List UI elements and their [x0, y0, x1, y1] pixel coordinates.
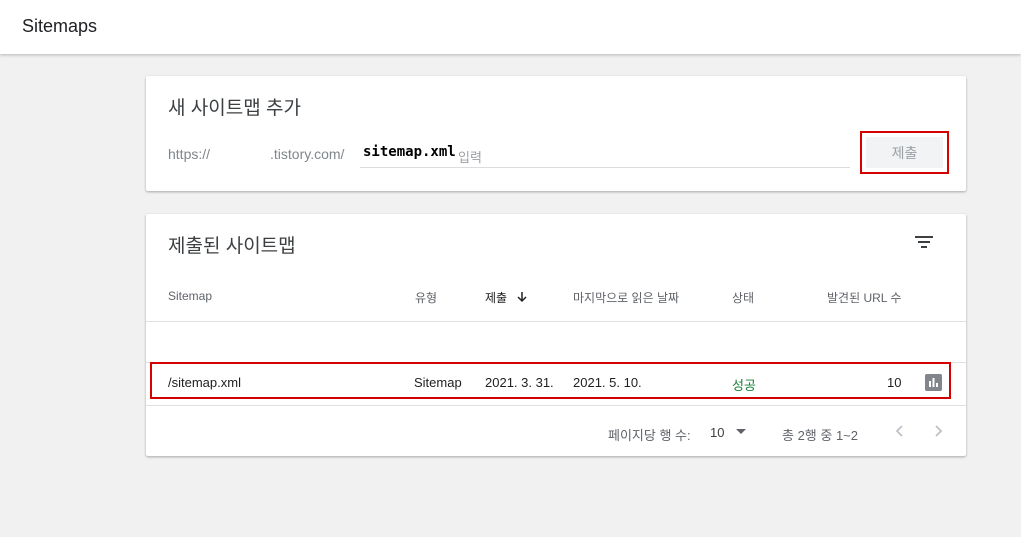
column-header-submitted-label: 제출	[485, 291, 508, 305]
cell-status: 성공	[732, 378, 756, 393]
cell-type: Sitemap	[414, 375, 462, 390]
submitted-sitemaps-title: 제출된 사이트맵	[168, 236, 296, 257]
rows-per-page-select[interactable]: 10	[710, 425, 724, 440]
sitemap-url-input[interactable]: sitemap.xml 입력	[360, 142, 850, 168]
url-domain: .tistory.com/	[270, 146, 345, 162]
column-header-last-read[interactable]: 마지막으로 읽은 날짜	[573, 289, 679, 306]
cell-url-count: 10	[887, 375, 902, 390]
top-app-bar: Sitemaps	[0, 0, 1021, 54]
submit-highlight-box: 제출	[860, 131, 949, 174]
add-sitemap-card: 새 사이트맵 추가 https:// .tistory.com/ sitemap…	[146, 76, 966, 191]
add-sitemap-title: 새 사이트맵 추가	[168, 98, 301, 119]
next-page-icon[interactable]	[931, 423, 945, 439]
cell-last-read: 2021. 5. 10.	[573, 375, 642, 390]
submitted-sitemaps-card: 제출된 사이트맵 Sitemap 유형 제출 마지막으로 읽은 날짜 상태 발견…	[146, 214, 966, 456]
sitemap-url-input-placeholder: 입력	[458, 150, 482, 165]
url-prefix: https://	[168, 146, 211, 162]
rows-per-page-label: 페이지당 행 수:	[608, 428, 691, 443]
footer-divider	[146, 405, 966, 406]
column-header-url-count[interactable]: 발견된 URL 수	[827, 289, 901, 306]
column-header-status[interactable]: 상태	[732, 289, 754, 306]
previous-page-icon[interactable]	[893, 423, 907, 439]
column-header-type[interactable]: 유형	[415, 289, 437, 306]
column-header-sitemap[interactable]: Sitemap	[168, 289, 212, 303]
cell-submitted: 2021. 3. 31.	[485, 375, 554, 390]
pagination-range: 총 2행 중 1~2	[782, 428, 858, 443]
submit-button[interactable]: 제출	[866, 137, 943, 168]
arrow-down-icon	[517, 292, 527, 303]
page-title: Sitemaps	[22, 16, 98, 36]
column-header-submitted[interactable]: 제출	[485, 289, 528, 306]
header-divider	[146, 321, 966, 322]
chevron-down-icon[interactable]	[736, 429, 746, 434]
bar-chart-icon[interactable]	[925, 374, 942, 391]
cell-sitemap[interactable]: /sitemap.xml	[168, 375, 241, 390]
filter-icon[interactable]	[914, 234, 934, 250]
sitemap-url-input-value: sitemap.xml	[363, 144, 456, 160]
